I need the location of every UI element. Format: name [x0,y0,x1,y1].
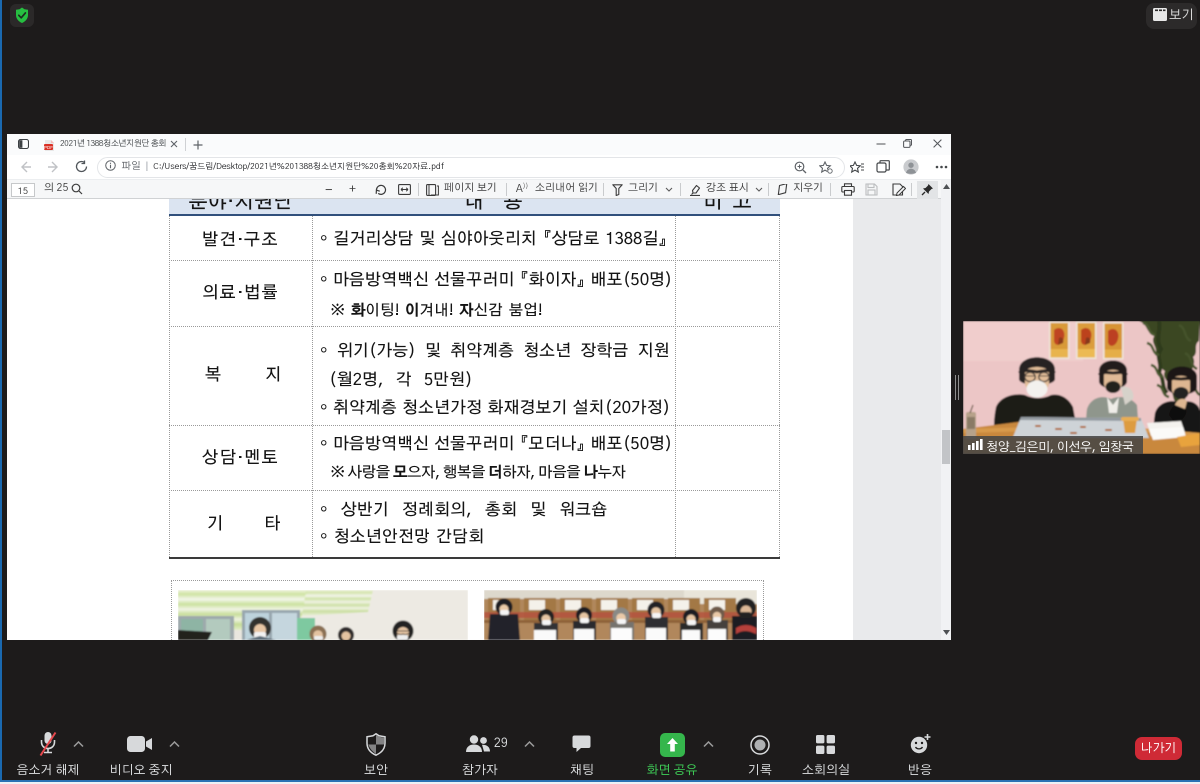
svg-text:PDF: PDF [44,145,53,150]
